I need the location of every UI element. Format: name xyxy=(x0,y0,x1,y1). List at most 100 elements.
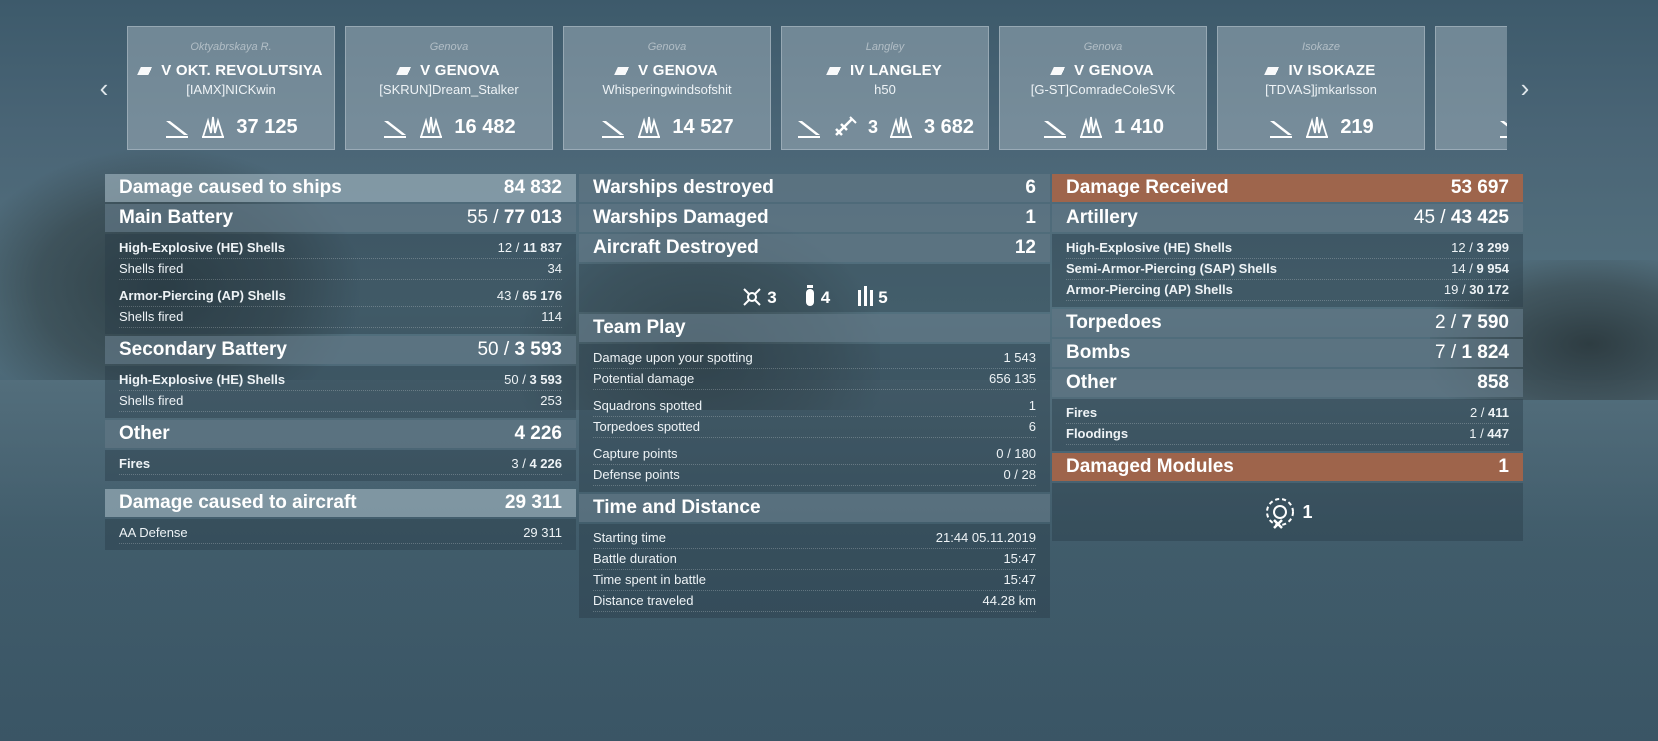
damage-dealt-panel: Damage caused to ships 84 832 Main Batte… xyxy=(105,174,576,552)
stat-row: Defense points 0 / 28 xyxy=(593,465,1036,486)
ship-stats: 37 125 xyxy=(128,115,334,139)
chevron-right-icon[interactable]: › xyxy=(1512,70,1538,106)
ship-destroyed-icon xyxy=(1270,121,1293,138)
damage-icon xyxy=(1079,116,1102,138)
player-name: h50 xyxy=(874,82,896,97)
steering-gear-icon xyxy=(1266,498,1295,529)
damage-icon xyxy=(420,116,443,138)
secondary-battery-details: High-Explosive (HE) Shells 50 / 3 593 She… xyxy=(105,366,576,418)
ship-stats: 9 xyxy=(1436,115,1507,139)
damage-received-header: Damage Received 53 697 xyxy=(1052,174,1523,202)
stat-row: Potential damage 656 135 xyxy=(593,369,1036,390)
ship-name: V GENOVA xyxy=(1000,62,1206,79)
main-battery-header: Main Battery 55 / 77 013 xyxy=(105,204,576,232)
player-name: [SKRUN]Dream_Stalker xyxy=(379,82,519,97)
stat-row: High-Explosive (HE) Shells 12 / 3 299 xyxy=(1066,238,1509,259)
ship-stats: 14 527 xyxy=(564,115,770,139)
damage-icon xyxy=(889,116,912,138)
stat-row: Armor-Piercing (AP) Shells 43 / 65 176 xyxy=(119,286,562,307)
damage-value: 3 682 xyxy=(923,115,975,138)
ship-name: V GENOVA xyxy=(346,62,552,79)
stat-row: Shells fired 253 xyxy=(119,391,562,412)
other-damage-header: Other 4 226 xyxy=(105,420,576,448)
ship-name: IV ISOKAZE xyxy=(1218,62,1424,79)
main-battery-details: High-Explosive (HE) Shells 12 / 11 837 Sh… xyxy=(105,234,576,334)
stat-row: Time spent in battle 15:47 xyxy=(593,570,1036,591)
ship-carousel: ‹ Oktyabrskaya R. V OKT. REVOLUTSIYA [IAMX… xyxy=(0,0,1658,160)
ship-stats: 1 410 xyxy=(1000,115,1206,139)
ship-destroyed-icon xyxy=(602,121,625,138)
damage-icon xyxy=(1306,116,1329,138)
damage-icon xyxy=(638,116,661,138)
chevron-left-icon[interactable]: ‹ xyxy=(91,70,117,106)
warships-damaged-header: Warships Damaged 1 xyxy=(579,204,1050,232)
aa-details: AA Defense 29 311 xyxy=(105,519,576,550)
damaged-modules-header: Damaged Modules 1 xyxy=(1052,453,1523,481)
ship-name-ghost: Langley xyxy=(865,41,905,53)
time-distance-header: Time and Distance xyxy=(579,494,1050,522)
ship-cards: Oktyabrskaya R. V OKT. REVOLUTSIYA [IAMX]N… xyxy=(127,26,1507,150)
player-name: [TDVAS]jmkarlsson xyxy=(1265,82,1377,97)
fighter-count: 3 xyxy=(741,286,777,308)
ship-card[interactable]: Genova V GENOVA [G-ST]ComradeColeSVK 1 410 xyxy=(999,26,1207,150)
aircraft-destroyed-icon xyxy=(835,116,857,136)
damage-value: 16 482 xyxy=(454,115,516,138)
fighter-icon xyxy=(743,288,762,306)
damage-value: 14 527 xyxy=(672,115,734,138)
stat-row: Battle duration 15:47 xyxy=(593,549,1036,570)
ship-card[interactable]: Isokaze IV ISOKAZE [TDVAS]jmkarlsson 219 xyxy=(1217,26,1425,150)
ship-name: V OKT. REVOLUTSIYA xyxy=(128,62,334,79)
aircraft-destroyed-header: Aircraft Destroyed 12 xyxy=(579,234,1050,262)
ship-card[interactable]: Langley IV LANGLEY h50 3 3 682 xyxy=(781,26,989,150)
time-distance-details: Starting time 21:44 05.11.2019 Battle dur… xyxy=(579,524,1050,618)
other-damage-details: Fires 3 / 4 226 xyxy=(105,450,576,481)
torpedo-icon xyxy=(858,286,874,306)
damage-aircraft-header: Damage caused to aircraft 29 311 xyxy=(105,489,576,517)
stat-row: Distance traveled 44.28 km xyxy=(593,591,1036,612)
ship-name-ghost: Oktyabrskaya R. xyxy=(190,41,272,53)
ship-destroyed-icon xyxy=(384,121,407,138)
ship-name-ghost: Isokaze xyxy=(1302,41,1340,53)
player-name: [IAMX]NICKwin xyxy=(186,82,276,97)
ship-name-ghost: Genova xyxy=(429,41,469,53)
stat-row: High-Explosive (HE) Shells 12 / 11 837 xyxy=(119,238,562,259)
stat-row: Shells fired 114 xyxy=(119,307,562,328)
bomb-icon xyxy=(805,285,814,306)
player-name: Whisperingwindsofshit xyxy=(602,82,732,97)
ship-card[interactable]: Genova V GENOVA [SKRUN]Dream_Stalker 16 482 xyxy=(345,26,553,150)
stat-row: Shells fired 34 xyxy=(119,259,562,280)
ship-name-ghost: Genova xyxy=(1083,41,1123,53)
stat-row: Fires 3 / 4 226 xyxy=(119,454,562,475)
ship-destroyed-icon xyxy=(166,121,189,138)
other-received-details: Fires 2 / 411 Floodings 1 / 447 xyxy=(1052,399,1523,451)
kills-panel: Warships destroyed 6 Warships Damaged 1 Ai… xyxy=(579,174,1050,620)
stat-row: Semi-Armor-Piercing (SAP) Shells 14 / 9 9… xyxy=(1066,259,1509,280)
ship-card[interactable]: Oktyabrskaya R. V OKT. REVOLUTSIYA [IAMX]N… xyxy=(127,26,335,150)
stat-row: AA Defense 29 311 xyxy=(119,523,562,544)
damage-value: 37 125 xyxy=(236,115,298,138)
ship-card[interactable]: Genova V GENOVA Whisperingwindsofshit 14 52… xyxy=(563,26,771,150)
ship-card[interactable]: 9 xyxy=(1435,26,1507,150)
team-play-details: Damage upon your spotting 1 543 Potential… xyxy=(579,344,1050,492)
ship-class-icon xyxy=(826,67,846,76)
damage-ships-header: Damage caused to ships 84 832 xyxy=(105,174,576,202)
stat-row: Capture points 0 / 180 xyxy=(593,444,1036,465)
damage-received-panel: Damage Received 53 697 Artillery 45 / 43 … xyxy=(1052,174,1523,541)
ship-class-icon xyxy=(614,67,635,76)
ship-class-icon xyxy=(396,67,417,76)
other-received-header: Other 858 xyxy=(1052,369,1523,397)
stat-row: Armor-Piercing (AP) Shells 19 / 30 172 xyxy=(1066,280,1509,301)
aircraft-destroyed-count: 3 xyxy=(867,116,878,137)
aircraft-type-counts: 3 4 5 xyxy=(579,264,1050,312)
team-play-header: Team Play xyxy=(579,314,1050,342)
ship-stats: 219 xyxy=(1218,115,1424,139)
bomber-count: 4 xyxy=(803,284,830,308)
ship-class-icon xyxy=(137,67,158,76)
player-name: [G-ST]ComradeColeSVK xyxy=(1030,82,1176,97)
stat-row: High-Explosive (HE) Shells 50 / 3 593 xyxy=(119,370,562,391)
ship-stats: 16 482 xyxy=(346,115,552,139)
ship-name: V GENOVA xyxy=(564,62,770,79)
ship-name: IV LANGLEY xyxy=(782,62,988,79)
stat-row: Torpedoes spotted 6 xyxy=(593,417,1036,438)
stat-row: Floodings 1 / 447 xyxy=(1066,424,1509,445)
